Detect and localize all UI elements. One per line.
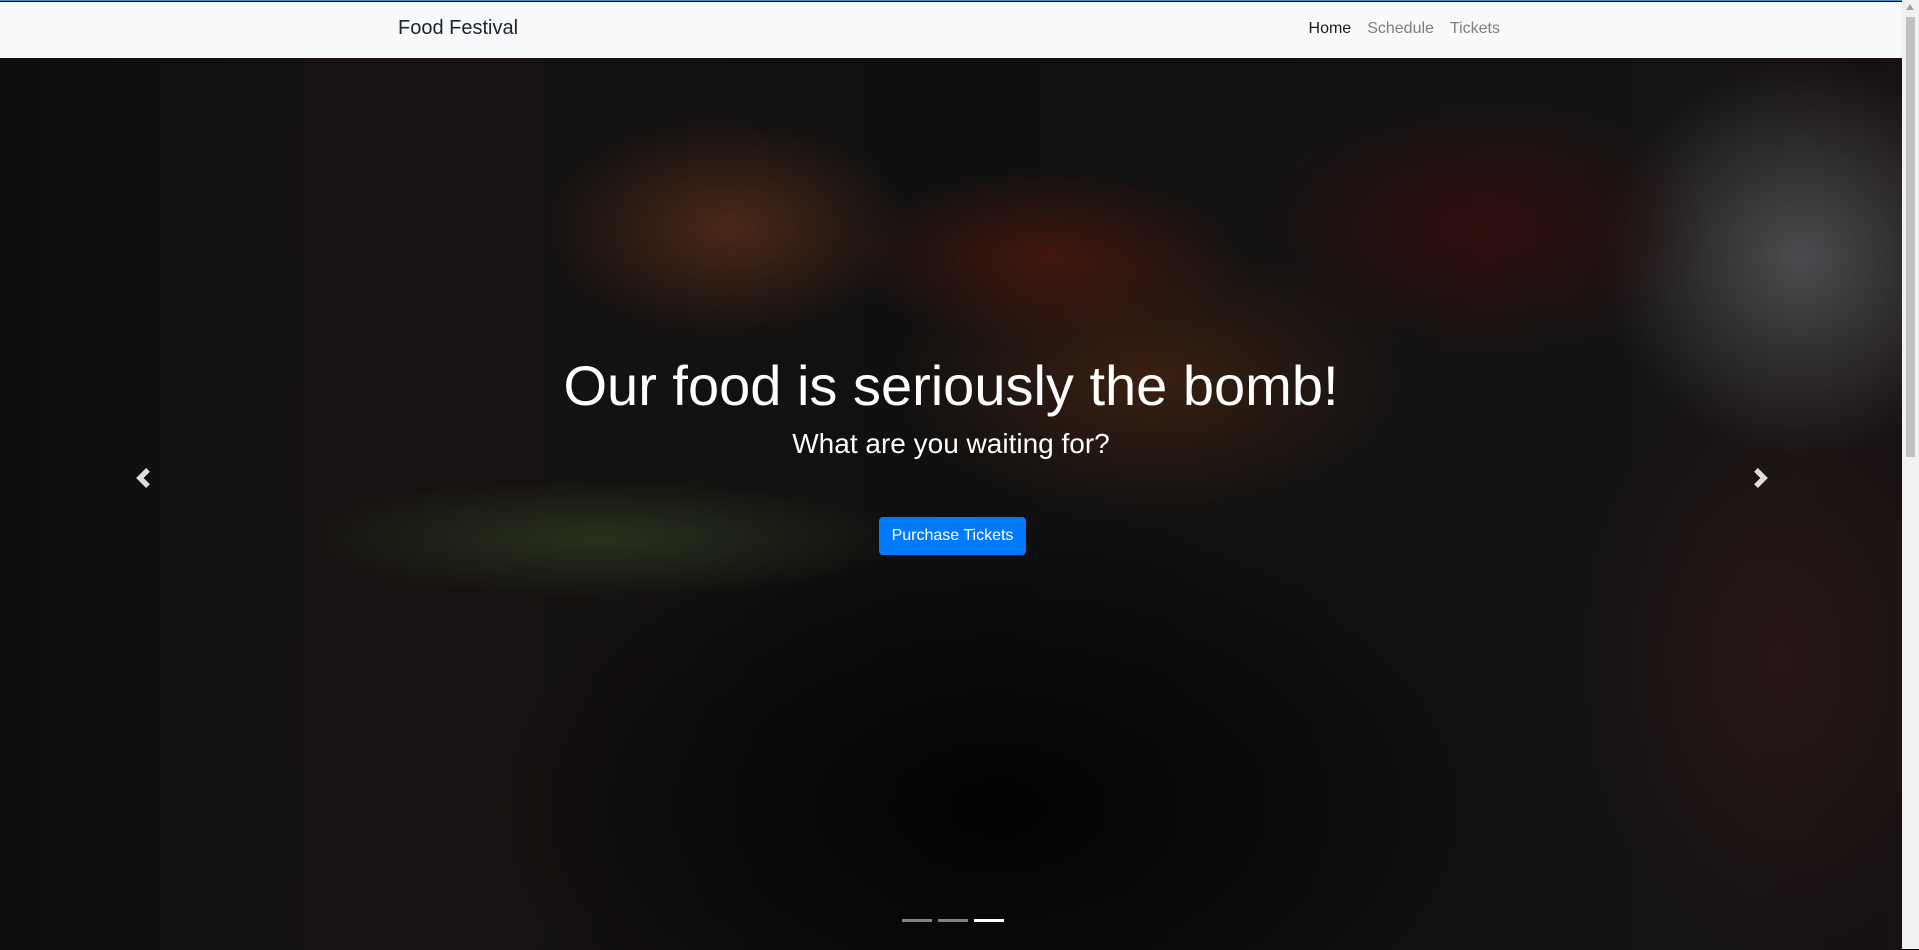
nav-home[interactable]: Home: [1309, 20, 1352, 38]
carousel-indicator-2[interactable]: [938, 919, 968, 922]
scrollbar[interactable]: [1902, 0, 1919, 949]
carousel-next-button[interactable]: [1746, 458, 1776, 498]
carousel-indicators: [902, 919, 1004, 922]
nav-links: Home Schedule Tickets: [1309, 20, 1500, 38]
chevron-left-icon: [136, 468, 150, 488]
hero-title: Our food is seriously the bomb!: [563, 354, 1339, 417]
page: Food Festival Home Schedule Tickets Our …: [0, 0, 1902, 950]
chevron-right-icon: [1754, 468, 1768, 488]
carousel-indicator-3[interactable]: [974, 919, 1004, 922]
nav-schedule[interactable]: Schedule: [1367, 20, 1434, 38]
nav-tickets[interactable]: Tickets: [1450, 20, 1500, 38]
navbar: Food Festival Home Schedule Tickets: [0, 2, 1902, 58]
hero-carousel: Our food is seriously the bomb! What are…: [0, 58, 1902, 950]
carousel-indicator-1[interactable]: [902, 919, 932, 922]
scroll-up-icon[interactable]: [1906, 4, 1914, 10]
hero-subtitle: What are you waiting for?: [792, 428, 1110, 459]
brand-link[interactable]: Food Festival: [398, 17, 518, 40]
carousel-prev-button[interactable]: [128, 458, 158, 498]
scrollbar-thumb[interactable]: [1906, 17, 1915, 457]
purchase-tickets-button[interactable]: Purchase Tickets: [879, 517, 1026, 555]
